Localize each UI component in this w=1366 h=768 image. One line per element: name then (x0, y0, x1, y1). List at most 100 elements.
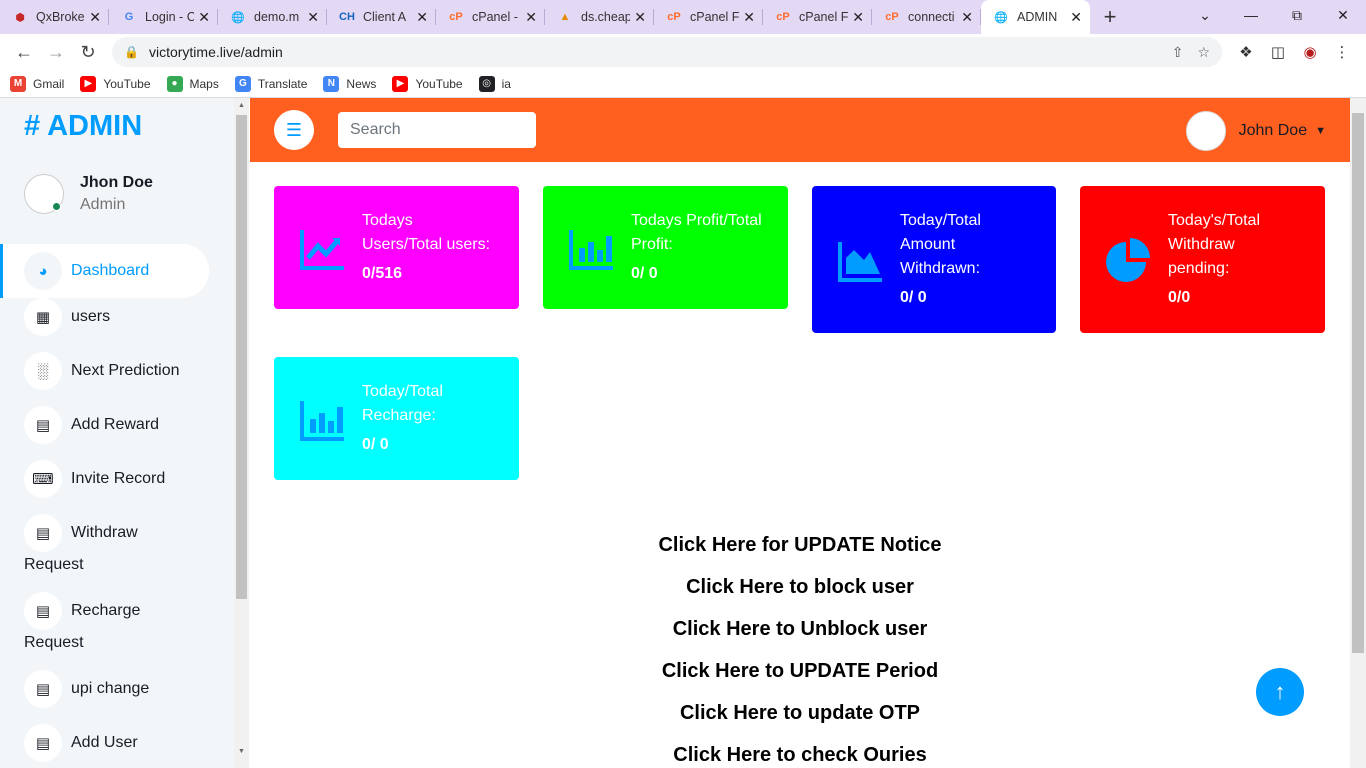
bookmark-translate[interactable]: G Translate (234, 75, 307, 92)
new-tab-button[interactable]: + (1090, 0, 1130, 34)
reload-icon[interactable]: ↻ (72, 36, 104, 68)
bookmark-ia[interactable]: ◎ ia (478, 75, 511, 92)
restore-icon[interactable]: ⧉ (1274, 0, 1320, 30)
sidebar-item-label: Withdraw (71, 524, 138, 541)
stat-card: Today/Total Amount Withdrawn: 0/ 0 (812, 186, 1056, 333)
scroll-up-icon[interactable]: ▲ (238, 102, 245, 109)
card-title: Todays Profit/Total Profit: (631, 212, 762, 253)
close-icon[interactable]: ✕ (634, 9, 646, 26)
profile-role: Admin (80, 196, 126, 213)
close-icon[interactable]: ✕ (89, 9, 101, 26)
action-link[interactable]: Click Here to block user (250, 572, 1350, 614)
tab-search-icon[interactable]: ⌄ (1182, 0, 1228, 30)
top-navbar: ☰ John Doe ▼ (250, 98, 1350, 162)
table-icon: ▤ (24, 592, 62, 630)
chart-bar-icon (298, 395, 346, 443)
close-icon[interactable]: ✕ (1070, 9, 1082, 26)
side-panel-icon[interactable]: ◫ (1262, 36, 1294, 68)
chart-line-icon (298, 224, 346, 272)
bookmark-news[interactable]: N News (323, 75, 376, 92)
action-link[interactable]: Click Here to update OTP (250, 698, 1350, 740)
close-icon[interactable]: ✕ (416, 9, 428, 26)
share-icon[interactable]: ⇧ (1172, 44, 1184, 61)
online-indicator (52, 202, 61, 211)
avatar (1185, 111, 1226, 151)
bookmark-star-icon[interactable]: ☆ (1197, 44, 1210, 61)
brand-logo[interactable]: # ADMIN (24, 110, 142, 143)
bookmarks-bar: M Gmail ▶ YouTube ● Maps G Translate N News ▶ YouTu… (0, 70, 1366, 98)
sidebar-item-label: Invite Record (71, 470, 166, 487)
table-icon: ▤ (24, 724, 62, 762)
sidebar-toggle-button[interactable]: ☰ (274, 110, 314, 150)
close-window-icon[interactable]: ✕ (1320, 0, 1366, 30)
tab-8[interactable]: cP connecti ✕ (872, 0, 981, 34)
window-controls: ⌄ — ⧉ ✕ (1182, 0, 1366, 30)
lock-icon[interactable]: 🔒 (124, 45, 139, 59)
sidebar-item-add-reward[interactable]: ▤ Add Reward (0, 406, 209, 444)
tab-2[interactable]: 🌐 demo.m ✕ (218, 0, 327, 34)
sidebar-item-recharge[interactable]: ▤ Recharge Request (0, 592, 209, 651)
bookmark-label: Gmail (33, 76, 65, 91)
menu-dots-icon[interactable]: ⋮ (1326, 36, 1358, 68)
bookmark-youtube[interactable]: ▶ YouTube (80, 75, 151, 92)
sidebar-item-next-prediction[interactable]: ░ Next Prediction (0, 352, 209, 390)
tab-7[interactable]: cP cPanel F ✕ (763, 0, 872, 34)
tab-1[interactable]: G Login - C ✕ (109, 0, 218, 34)
tab-9[interactable]: 🌐 ADMIN ✕ (981, 0, 1090, 34)
tab-title: connecti (908, 10, 955, 24)
card-value: 0/ 0 (631, 265, 658, 282)
scroll-down-icon[interactable]: ▼ (238, 748, 245, 755)
forward-icon[interactable]: → (40, 36, 72, 68)
tab-3[interactable]: CH Client A ✕ (327, 0, 436, 34)
sidebar-item-users[interactable]: ▦ users (0, 298, 209, 336)
bookmark-label: ia (501, 76, 511, 91)
bookmark-youtube[interactable]: ▶ YouTube (392, 75, 463, 92)
close-icon[interactable]: ✕ (525, 9, 537, 26)
close-icon[interactable]: ✕ (743, 9, 755, 26)
cpanel-icon: cP (885, 11, 899, 23)
tab-5[interactable]: ▲ ds.cheap ✕ (545, 0, 654, 34)
news-icon: N (323, 75, 340, 92)
stat-card: Today/Total Recharge: 0/ 0 (274, 357, 519, 480)
sidebar-item-add-user[interactable]: ▤ Add User (0, 724, 209, 762)
tab-6[interactable]: cP cPanel F ✕ (654, 0, 763, 34)
sidebar-scrollbar[interactable]: ▲ ▼ (234, 98, 249, 768)
page-scrollbar[interactable] (1350, 98, 1366, 768)
card-value: 0/ 0 (362, 436, 389, 453)
user-dropdown[interactable]: John Doe ▼ (1185, 111, 1326, 151)
url-text: victorytime.live/admin (148, 44, 283, 60)
tab-title: cPanel F (690, 10, 740, 24)
bookmark-gmail[interactable]: M Gmail (10, 75, 65, 92)
tab-0[interactable]: ⬢ QxBroke ✕ (0, 0, 109, 34)
profile-icon[interactable]: ◉ (1294, 36, 1326, 68)
sidebar-scroll-thumb[interactable] (236, 115, 247, 599)
chart-pie-icon (1104, 236, 1152, 284)
tab-title: cPanel - (472, 10, 518, 24)
search-input[interactable] (338, 112, 536, 148)
back-icon[interactable]: ← (8, 36, 40, 68)
sidebar-item-upi-change[interactable]: ▤ upi change (0, 670, 209, 708)
page-scroll-thumb[interactable] (1352, 113, 1364, 653)
sidebar-item-dashboard[interactable]: ◕ Dashboard (0, 244, 209, 298)
back-to-top-button[interactable]: ↑ (1256, 668, 1304, 716)
globe-icon: 🌐 (994, 11, 1008, 24)
tab-4[interactable]: cP cPanel - ✕ (436, 0, 545, 34)
address-bar[interactable]: 🔒 victorytime.live/admin ⇧ ☆ (112, 37, 1222, 67)
close-icon[interactable]: ✕ (198, 9, 210, 26)
youtube-icon: ▶ (80, 75, 97, 92)
minimize-icon[interactable]: — (1228, 0, 1274, 30)
close-icon[interactable]: ✕ (307, 9, 319, 26)
action-link[interactable]: Click Here to check Ouries (250, 740, 1350, 768)
action-link[interactable]: Click Here to Unblock user (250, 614, 1350, 656)
sidebar-item-invite-record[interactable]: ⌨ Invite Record (0, 460, 209, 498)
action-link[interactable]: Click Here for UPDATE Notice (250, 530, 1350, 572)
bookmark-maps[interactable]: ● Maps (166, 75, 219, 92)
action-link[interactable]: Click Here to UPDATE Period (250, 656, 1350, 698)
close-icon[interactable]: ✕ (852, 9, 864, 26)
sidebar-item-label: Next Prediction (71, 362, 180, 379)
page: # ADMIN Jhon Doe Admin ◕ Dashboard ▦ users ░… (0, 98, 1366, 768)
close-icon[interactable]: ✕ (961, 9, 973, 26)
sidebar-item-withdraw[interactable]: ▤ Withdraw Request (0, 514, 209, 573)
ch-icon: CH (339, 11, 355, 23)
extensions-icon[interactable]: ❖ (1230, 36, 1262, 68)
